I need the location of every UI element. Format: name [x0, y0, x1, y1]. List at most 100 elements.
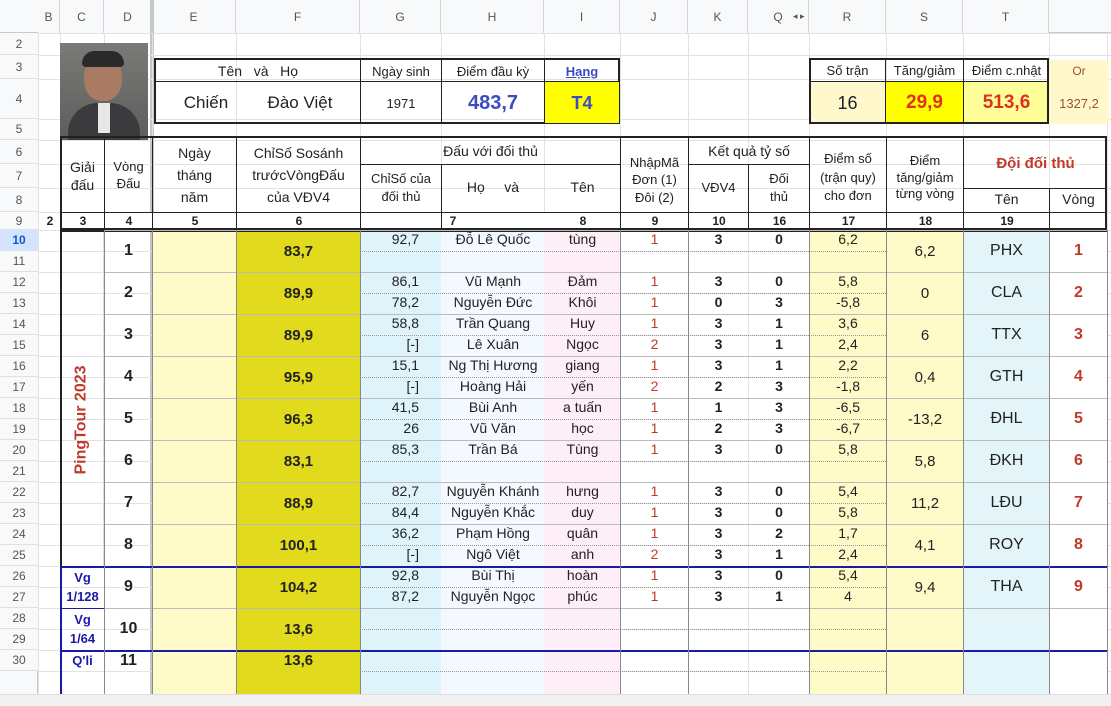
- opponent-first-name[interactable]: giang: [545, 354, 620, 375]
- compare-index[interactable]: 88,9: [237, 482, 360, 524]
- opponent-index[interactable]: 87,2: [361, 585, 441, 606]
- column-header[interactable]: T: [963, 0, 1049, 33]
- match-points[interactable]: 5,8: [810, 270, 886, 291]
- row-header[interactable]: 30: [0, 650, 38, 671]
- round-number[interactable]: 8: [105, 524, 152, 566]
- entry-code[interactable]: 2: [621, 375, 688, 396]
- opponent-last-name[interactable]: Bùi Anh: [442, 396, 544, 417]
- opponent-team[interactable]: TTX: [964, 314, 1049, 356]
- row-header[interactable]: 24: [0, 524, 38, 545]
- opponent-first-name[interactable]: yến: [545, 375, 620, 396]
- compare-index[interactable]: 83,7: [237, 230, 360, 272]
- row-header[interactable]: 13: [0, 293, 38, 314]
- opponent-index[interactable]: 26: [361, 417, 441, 438]
- compare-index[interactable]: 95,9: [237, 356, 360, 398]
- round-delta[interactable]: 5,8: [887, 440, 963, 482]
- match-points[interactable]: 5,4: [810, 480, 886, 501]
- column-header[interactable]: D: [104, 0, 152, 33]
- compare-index[interactable]: 13,6: [237, 608, 360, 650]
- column-header[interactable]: H: [441, 0, 544, 33]
- row-header[interactable]: 26: [0, 566, 38, 587]
- row-header[interactable]: 22: [0, 482, 38, 503]
- opponent-team[interactable]: GTH: [964, 356, 1049, 398]
- opponent-last-name[interactable]: Nguyễn Khánh: [442, 480, 544, 501]
- entry-code[interactable]: 1: [621, 270, 688, 291]
- opponent-last-name[interactable]: Vũ Mạnh: [442, 270, 544, 291]
- updated-value[interactable]: 513,6: [964, 83, 1049, 123]
- score-self[interactable]: 3: [689, 312, 748, 333]
- opponent-first-name[interactable]: Huy: [545, 312, 620, 333]
- row-header[interactable]: 29: [0, 629, 38, 650]
- horizontal-scrollbar[interactable]: [0, 694, 1111, 706]
- entry-code[interactable]: 1: [621, 438, 688, 459]
- round-number[interactable]: 11: [105, 650, 152, 671]
- score-opponent[interactable]: 1: [749, 312, 809, 333]
- score-self[interactable]: 2: [689, 375, 748, 396]
- round-number[interactable]: 5: [105, 398, 152, 440]
- row-header[interactable]: 12: [0, 272, 38, 293]
- opponent-index[interactable]: 41,5: [361, 396, 441, 417]
- opponent-last-name[interactable]: Nguyễn Đức: [442, 291, 544, 312]
- match-points[interactable]: 2,2: [810, 354, 886, 375]
- row-header[interactable]: 11: [0, 251, 38, 272]
- opponent-first-name[interactable]: Tùng: [545, 438, 620, 459]
- opponent-index[interactable]: [-]: [361, 333, 441, 354]
- row-header[interactable]: 16: [0, 356, 38, 377]
- opponent-last-name[interactable]: Vũ Văn: [442, 417, 544, 438]
- entry-code[interactable]: 1: [621, 354, 688, 375]
- row-header[interactable]: 3: [0, 55, 38, 79]
- opponent-team[interactable]: ĐKH: [964, 440, 1049, 482]
- opponent-index[interactable]: 78,2: [361, 291, 441, 312]
- change-value[interactable]: 29,9: [886, 83, 963, 123]
- score-opponent[interactable]: 1: [749, 354, 809, 375]
- opponent-round[interactable]: 1: [1050, 230, 1107, 272]
- entry-code[interactable]: 1: [621, 522, 688, 543]
- round-delta[interactable]: -13,2: [887, 398, 963, 440]
- round-number[interactable]: 7: [105, 482, 152, 524]
- opponent-last-name[interactable]: Ngô Việt: [442, 543, 544, 564]
- column-group-toggle-icon[interactable]: ◂ ▸: [793, 11, 817, 23]
- rank-value[interactable]: T4: [545, 83, 619, 123]
- score-opponent[interactable]: 2: [749, 522, 809, 543]
- score-self[interactable]: 3: [689, 228, 748, 249]
- opponent-first-name[interactable]: anh: [545, 543, 620, 564]
- opponent-last-name[interactable]: Trần Bá: [442, 438, 544, 459]
- entry-code[interactable]: 1: [621, 585, 688, 606]
- column-header[interactable]: G: [360, 0, 441, 33]
- opponent-index[interactable]: 92,7: [361, 228, 441, 249]
- opponent-round[interactable]: 5: [1050, 398, 1107, 440]
- opponent-first-name[interactable]: Đảm: [545, 270, 620, 291]
- score-self[interactable]: 3: [689, 501, 748, 522]
- match-points[interactable]: 2,4: [810, 543, 886, 564]
- round-delta[interactable]: 0: [887, 272, 963, 314]
- opponent-round[interactable]: 2: [1050, 272, 1107, 314]
- opponent-index[interactable]: 82,7: [361, 480, 441, 501]
- column-header[interactable]: R: [809, 0, 886, 33]
- row-header[interactable]: 23: [0, 503, 38, 524]
- row-header[interactable]: 27: [0, 587, 38, 608]
- opponent-index[interactable]: 15,1: [361, 354, 441, 375]
- round-number[interactable]: 6: [105, 440, 152, 482]
- column-header[interactable]: F: [236, 0, 360, 33]
- score-opponent[interactable]: 3: [749, 375, 809, 396]
- score-self[interactable]: 0: [689, 291, 748, 312]
- opponent-first-name[interactable]: hưng: [545, 480, 620, 501]
- row-header[interactable]: 17: [0, 377, 38, 398]
- opponent-first-name[interactable]: tùng: [545, 228, 620, 249]
- score-opponent[interactable]: 0: [749, 270, 809, 291]
- column-header[interactable]: J: [620, 0, 688, 33]
- compare-index[interactable]: 89,9: [237, 314, 360, 356]
- row-header[interactable]: 28: [0, 608, 38, 629]
- entry-code[interactable]: 1: [621, 228, 688, 249]
- entry-code[interactable]: 1: [621, 312, 688, 333]
- score-self[interactable]: 3: [689, 438, 748, 459]
- round-number[interactable]: 9: [105, 566, 152, 608]
- opponent-last-name[interactable]: Phạm Hồng: [442, 522, 544, 543]
- column-header[interactable]: S: [886, 0, 963, 33]
- round-number[interactable]: 1: [105, 230, 152, 272]
- row-header[interactable]: 10: [0, 230, 38, 251]
- match-points[interactable]: 5,8: [810, 501, 886, 522]
- opponent-first-name[interactable]: quân: [545, 522, 620, 543]
- score-opponent[interactable]: 0: [749, 228, 809, 249]
- score-opponent[interactable]: 3: [749, 417, 809, 438]
